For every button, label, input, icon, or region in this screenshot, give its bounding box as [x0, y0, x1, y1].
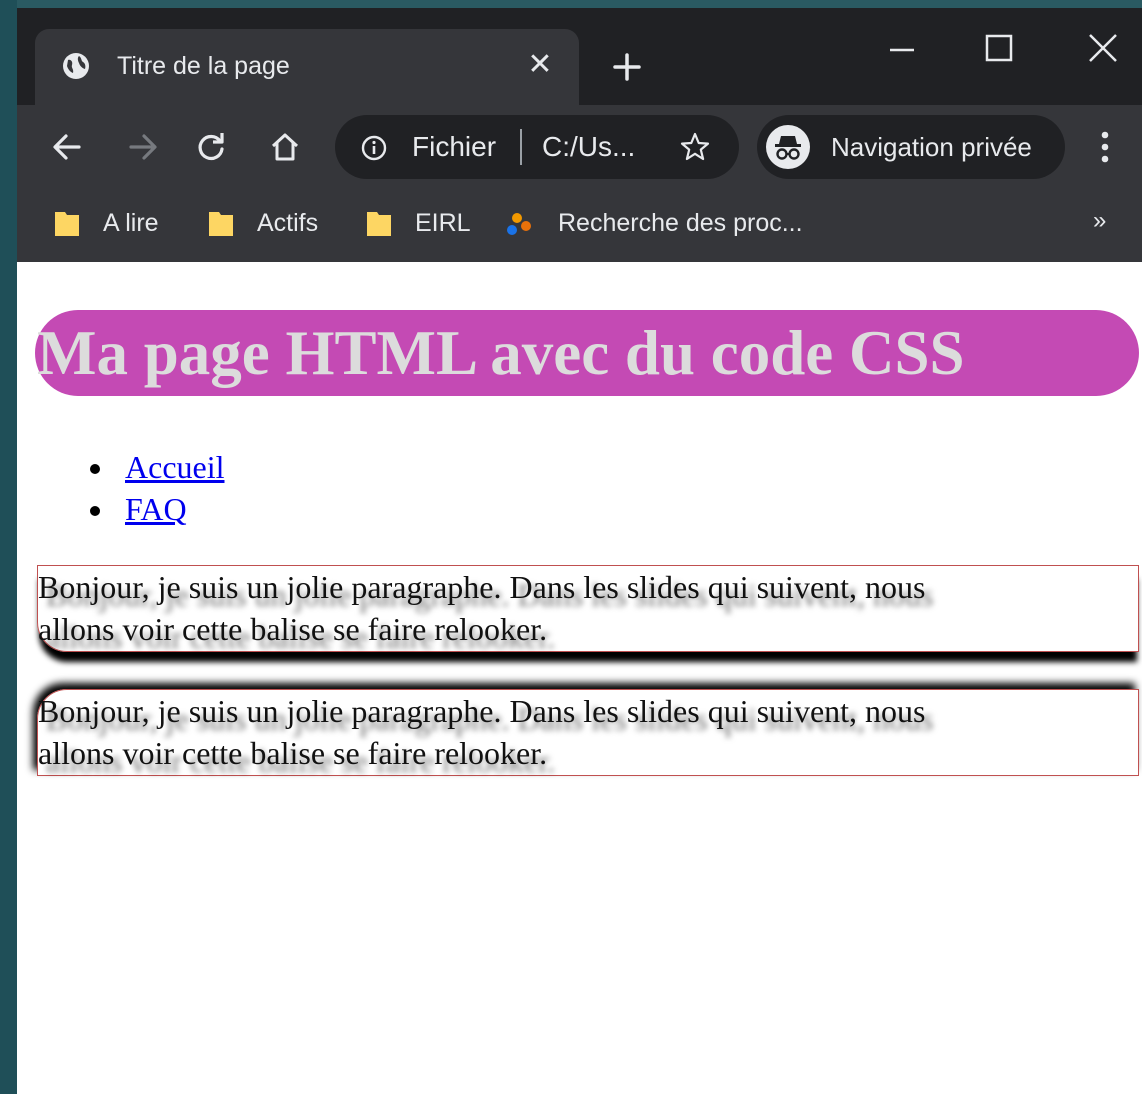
- new-tab-plus-icon[interactable]: [607, 47, 647, 87]
- back-arrow-icon[interactable]: [47, 127, 87, 167]
- more-menu-icon[interactable]: [1087, 127, 1123, 167]
- list-bullet: [90, 464, 100, 474]
- site-favicon-icon: [507, 213, 531, 235]
- paragraph-line: allons voir cette balise se faire relook…: [38, 735, 548, 771]
- maximize-icon[interactable]: [979, 28, 1019, 68]
- address-bar[interactable]: Fichier C:/Us...: [335, 115, 739, 179]
- page-heading: Ma page HTML avec du code CSS: [35, 310, 1139, 396]
- tab-title: Titre de la page: [117, 52, 290, 80]
- bookmarks-bar: A lire Actifs EIRL Recherche des proc...…: [17, 190, 1142, 262]
- toolbar: Fichier C:/Us... Navigation privée: [17, 105, 1142, 190]
- folder-icon: [209, 212, 233, 236]
- folder-icon: [55, 212, 79, 236]
- page-content: Ma page HTML avec du code CSS Accueil FA…: [17, 262, 1142, 1094]
- globe-icon: [63, 53, 89, 79]
- bookmark-label: Recherche des proc...: [558, 209, 803, 237]
- paragraph-line: Bonjour, je suis un jolie paragraphe. Da…: [38, 693, 926, 729]
- forward-arrow-icon[interactable]: [123, 127, 163, 167]
- tab-close-icon[interactable]: ✕: [525, 48, 555, 82]
- incognito-label: Navigation privée: [831, 132, 1032, 162]
- folder-icon: [367, 212, 391, 236]
- paragraph-shadow-top: Bonjour, je suis un jolie paragraphe. Da…: [37, 689, 1139, 776]
- tab-strip: Titre de la page ✕: [17, 8, 1142, 105]
- info-icon[interactable]: [361, 135, 387, 161]
- close-icon[interactable]: [1083, 28, 1123, 68]
- url-scheme-label: Fichier: [412, 131, 497, 162]
- paragraph-line: allons voir cette balise se faire relook…: [38, 611, 548, 647]
- minimize-icon[interactable]: [882, 28, 922, 68]
- url-text[interactable]: C:/Us...: [542, 131, 635, 163]
- reload-icon[interactable]: [191, 127, 231, 167]
- bookmark-label: EIRL: [415, 209, 471, 237]
- paragraph-shadow-bottom: Bonjour, je suis un jolie paragraphe. Da…: [37, 565, 1139, 652]
- bookmarks-overflow-chevron-icon[interactable]: »: [1093, 206, 1106, 236]
- paragraph-line: Bonjour, je suis un jolie paragraphe. Da…: [38, 569, 926, 605]
- browser-window: Titre de la page ✕ Fichier C:/Us... Navi…: [17, 0, 1142, 1094]
- home-icon[interactable]: [265, 127, 305, 167]
- link-accueil[interactable]: Accueil: [125, 447, 225, 487]
- incognito-badge[interactable]: Navigation privée: [757, 115, 1065, 179]
- window-top-border: [17, 0, 1142, 8]
- url-separator: [520, 129, 522, 165]
- incognito-icon: [766, 125, 810, 169]
- bookmark-label: A lire: [103, 209, 159, 237]
- tab-active[interactable]: Titre de la page ✕: [35, 29, 579, 105]
- bookmark-label: Actifs: [257, 209, 319, 237]
- link-faq[interactable]: FAQ: [125, 489, 187, 529]
- bookmark-star-icon[interactable]: [679, 131, 711, 163]
- list-bullet: [90, 506, 100, 516]
